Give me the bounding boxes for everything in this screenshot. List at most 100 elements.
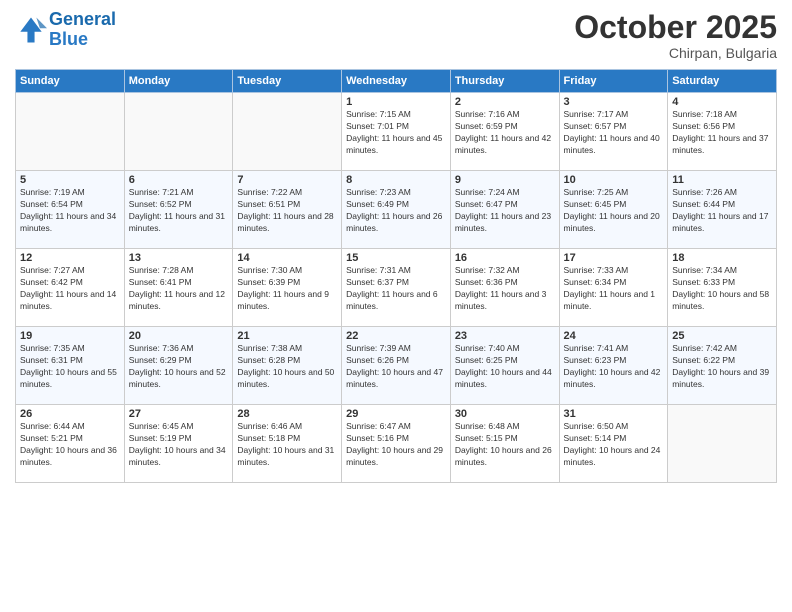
day-number: 20: [129, 330, 229, 342]
logo: General Blue: [15, 10, 116, 50]
day-cell: 6Sunrise: 7:21 AMSunset: 6:52 PMDaylight…: [124, 171, 233, 249]
day-number: 4: [672, 96, 772, 108]
day-cell: 25Sunrise: 7:42 AMSunset: 6:22 PMDayligh…: [668, 327, 777, 405]
day-number: 24: [564, 330, 664, 342]
day-number: 28: [237, 408, 337, 420]
title-block: October 2025 Chirpan, Bulgaria: [574, 10, 777, 61]
day-number: 1: [346, 96, 446, 108]
day-info: Sunrise: 7:16 AMSunset: 6:59 PMDaylight:…: [455, 109, 555, 157]
day-number: 26: [20, 408, 120, 420]
day-info: Sunrise: 7:28 AMSunset: 6:41 PMDaylight:…: [129, 265, 229, 313]
day-cell: 18Sunrise: 7:34 AMSunset: 6:33 PMDayligh…: [668, 249, 777, 327]
day-info: Sunrise: 7:27 AMSunset: 6:42 PMDaylight:…: [20, 265, 120, 313]
day-cell: 10Sunrise: 7:25 AMSunset: 6:45 PMDayligh…: [559, 171, 668, 249]
day-cell: 5Sunrise: 7:19 AMSunset: 6:54 PMDaylight…: [16, 171, 125, 249]
day-cell: [16, 93, 125, 171]
day-info: Sunrise: 7:34 AMSunset: 6:33 PMDaylight:…: [672, 265, 772, 313]
day-info: Sunrise: 7:36 AMSunset: 6:29 PMDaylight:…: [129, 343, 229, 391]
day-info: Sunrise: 6:45 AMSunset: 5:19 PMDaylight:…: [129, 421, 229, 469]
col-header-monday: Monday: [124, 70, 233, 93]
day-info: Sunrise: 6:47 AMSunset: 5:16 PMDaylight:…: [346, 421, 446, 469]
day-cell: [668, 405, 777, 483]
week-row-5: 26Sunrise: 6:44 AMSunset: 5:21 PMDayligh…: [16, 405, 777, 483]
day-info: Sunrise: 6:48 AMSunset: 5:15 PMDaylight:…: [455, 421, 555, 469]
page: General Blue October 2025 Chirpan, Bulga…: [0, 0, 792, 612]
day-cell: 16Sunrise: 7:32 AMSunset: 6:36 PMDayligh…: [450, 249, 559, 327]
day-number: 15: [346, 252, 446, 264]
day-info: Sunrise: 7:21 AMSunset: 6:52 PMDaylight:…: [129, 187, 229, 235]
day-number: 11: [672, 174, 772, 186]
day-cell: 26Sunrise: 6:44 AMSunset: 5:21 PMDayligh…: [16, 405, 125, 483]
day-number: 12: [20, 252, 120, 264]
day-number: 3: [564, 96, 664, 108]
day-cell: 17Sunrise: 7:33 AMSunset: 6:34 PMDayligh…: [559, 249, 668, 327]
day-info: Sunrise: 7:42 AMSunset: 6:22 PMDaylight:…: [672, 343, 772, 391]
day-info: Sunrise: 7:15 AMSunset: 7:01 PMDaylight:…: [346, 109, 446, 157]
day-cell: 3Sunrise: 7:17 AMSunset: 6:57 PMDaylight…: [559, 93, 668, 171]
day-info: Sunrise: 7:39 AMSunset: 6:26 PMDaylight:…: [346, 343, 446, 391]
day-info: Sunrise: 7:40 AMSunset: 6:25 PMDaylight:…: [455, 343, 555, 391]
day-info: Sunrise: 7:24 AMSunset: 6:47 PMDaylight:…: [455, 187, 555, 235]
day-number: 31: [564, 408, 664, 420]
day-number: 19: [20, 330, 120, 342]
col-header-friday: Friday: [559, 70, 668, 93]
logo-text: General Blue: [49, 10, 116, 50]
day-number: 9: [455, 174, 555, 186]
header-row: SundayMondayTuesdayWednesdayThursdayFrid…: [16, 70, 777, 93]
day-cell: 27Sunrise: 6:45 AMSunset: 5:19 PMDayligh…: [124, 405, 233, 483]
day-number: 23: [455, 330, 555, 342]
col-header-thursday: Thursday: [450, 70, 559, 93]
day-info: Sunrise: 7:22 AMSunset: 6:51 PMDaylight:…: [237, 187, 337, 235]
day-info: Sunrise: 7:26 AMSunset: 6:44 PMDaylight:…: [672, 187, 772, 235]
month-title: October 2025: [574, 10, 777, 45]
day-info: Sunrise: 6:50 AMSunset: 5:14 PMDaylight:…: [564, 421, 664, 469]
day-cell: 19Sunrise: 7:35 AMSunset: 6:31 PMDayligh…: [16, 327, 125, 405]
day-number: 8: [346, 174, 446, 186]
day-cell: 14Sunrise: 7:30 AMSunset: 6:39 PMDayligh…: [233, 249, 342, 327]
week-row-3: 12Sunrise: 7:27 AMSunset: 6:42 PMDayligh…: [16, 249, 777, 327]
day-number: 7: [237, 174, 337, 186]
day-info: Sunrise: 7:17 AMSunset: 6:57 PMDaylight:…: [564, 109, 664, 157]
logo-general: General: [49, 9, 116, 29]
day-info: Sunrise: 7:33 AMSunset: 6:34 PMDaylight:…: [564, 265, 664, 313]
day-number: 2: [455, 96, 555, 108]
day-info: Sunrise: 7:38 AMSunset: 6:28 PMDaylight:…: [237, 343, 337, 391]
day-number: 18: [672, 252, 772, 264]
day-cell: 31Sunrise: 6:50 AMSunset: 5:14 PMDayligh…: [559, 405, 668, 483]
day-cell: 1Sunrise: 7:15 AMSunset: 7:01 PMDaylight…: [342, 93, 451, 171]
day-number: 10: [564, 174, 664, 186]
day-number: 13: [129, 252, 229, 264]
day-cell: 11Sunrise: 7:26 AMSunset: 6:44 PMDayligh…: [668, 171, 777, 249]
day-cell: 13Sunrise: 7:28 AMSunset: 6:41 PMDayligh…: [124, 249, 233, 327]
day-number: 16: [455, 252, 555, 264]
day-cell: [124, 93, 233, 171]
logo-blue: Blue: [49, 29, 88, 49]
day-number: 6: [129, 174, 229, 186]
day-number: 22: [346, 330, 446, 342]
day-info: Sunrise: 7:41 AMSunset: 6:23 PMDaylight:…: [564, 343, 664, 391]
day-cell: 28Sunrise: 6:46 AMSunset: 5:18 PMDayligh…: [233, 405, 342, 483]
day-number: 30: [455, 408, 555, 420]
day-cell: 20Sunrise: 7:36 AMSunset: 6:29 PMDayligh…: [124, 327, 233, 405]
day-info: Sunrise: 7:19 AMSunset: 6:54 PMDaylight:…: [20, 187, 120, 235]
location: Chirpan, Bulgaria: [574, 45, 777, 61]
day-cell: 21Sunrise: 7:38 AMSunset: 6:28 PMDayligh…: [233, 327, 342, 405]
day-number: 21: [237, 330, 337, 342]
day-cell: 8Sunrise: 7:23 AMSunset: 6:49 PMDaylight…: [342, 171, 451, 249]
day-info: Sunrise: 7:25 AMSunset: 6:45 PMDaylight:…: [564, 187, 664, 235]
week-row-2: 5Sunrise: 7:19 AMSunset: 6:54 PMDaylight…: [16, 171, 777, 249]
col-header-tuesday: Tuesday: [233, 70, 342, 93]
col-header-wednesday: Wednesday: [342, 70, 451, 93]
day-cell: 30Sunrise: 6:48 AMSunset: 5:15 PMDayligh…: [450, 405, 559, 483]
day-info: Sunrise: 7:32 AMSunset: 6:36 PMDaylight:…: [455, 265, 555, 313]
day-cell: 7Sunrise: 7:22 AMSunset: 6:51 PMDaylight…: [233, 171, 342, 249]
col-header-sunday: Sunday: [16, 70, 125, 93]
logo-icon: [15, 14, 47, 46]
day-info: Sunrise: 7:30 AMSunset: 6:39 PMDaylight:…: [237, 265, 337, 313]
day-info: Sunrise: 6:44 AMSunset: 5:21 PMDaylight:…: [20, 421, 120, 469]
day-number: 27: [129, 408, 229, 420]
day-cell: 23Sunrise: 7:40 AMSunset: 6:25 PMDayligh…: [450, 327, 559, 405]
day-cell: 12Sunrise: 7:27 AMSunset: 6:42 PMDayligh…: [16, 249, 125, 327]
day-cell: 22Sunrise: 7:39 AMSunset: 6:26 PMDayligh…: [342, 327, 451, 405]
header: General Blue October 2025 Chirpan, Bulga…: [15, 10, 777, 61]
